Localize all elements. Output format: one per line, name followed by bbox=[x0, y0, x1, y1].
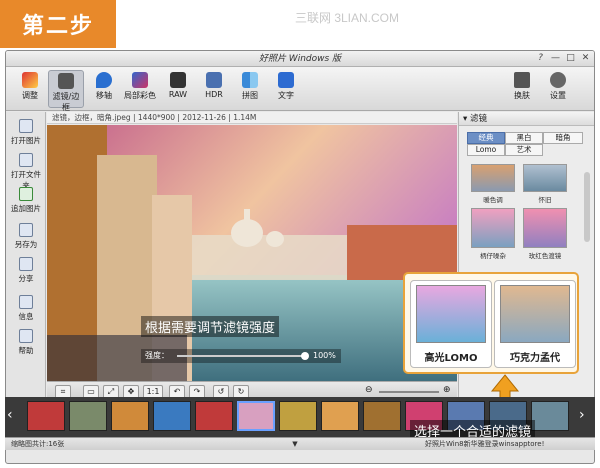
chevron-right-icon[interactable]: › bbox=[579, 407, 585, 423]
option-preview bbox=[416, 285, 486, 343]
film-thumb[interactable] bbox=[27, 401, 65, 431]
help-icon bbox=[19, 329, 33, 343]
help-button[interactable]: ? bbox=[534, 52, 547, 65]
filter-thumb-label: 柄仔噪杂 bbox=[480, 252, 506, 260]
film-thumb[interactable] bbox=[69, 401, 107, 431]
step-badge: 第二步 bbox=[0, 0, 116, 48]
filter-thumb-label: 暖色调 bbox=[483, 196, 503, 204]
watermark: 三联网 3LIAN.COM bbox=[295, 11, 400, 25]
film-thumb[interactable] bbox=[153, 401, 191, 431]
tool-adjust[interactable]: 调整 bbox=[12, 70, 48, 108]
chevron-down-icon[interactable]: ▼ bbox=[287, 438, 303, 451]
photo-canvas[interactable] bbox=[47, 125, 457, 387]
strength-label: 强度： bbox=[145, 351, 169, 360]
hdr-icon bbox=[206, 72, 222, 88]
strength-hint: 根据需要调节滤镜强度 bbox=[141, 316, 280, 337]
save-icon bbox=[19, 223, 33, 237]
filter-scrollbar[interactable] bbox=[584, 172, 590, 242]
tab-art[interactable]: 艺术 bbox=[505, 144, 543, 156]
tab-vignette[interactable]: 暗角 bbox=[543, 132, 583, 144]
tab-classic[interactable]: 经典 bbox=[467, 132, 505, 144]
tab-lomo[interactable]: Lomo bbox=[467, 144, 505, 156]
image-info-bar: 滤镜，边框，暗角.jpeg | 1440*900 | 2012-11-26 | … bbox=[47, 112, 457, 124]
promo-text[interactable]: 好照片Win8新华雅登录winsapptore! bbox=[425, 438, 544, 451]
title-bar: 好照片 Windows 版 ? — □ ✕ bbox=[6, 51, 594, 67]
status-bar: 缩略图共计:16张 ▼ 好照片Win8新华雅登录winsapptore! bbox=[5, 437, 595, 450]
filter-thumb-noise[interactable] bbox=[471, 208, 515, 248]
film-thumb[interactable] bbox=[321, 401, 359, 431]
tool-hdr[interactable]: HDR bbox=[196, 70, 232, 108]
strength-handle[interactable] bbox=[301, 352, 309, 360]
film-thumb[interactable] bbox=[363, 401, 401, 431]
filter-callout: 高光LOMO 巧克力孟代 bbox=[403, 272, 579, 374]
film-thumb[interactable] bbox=[111, 401, 149, 431]
tool-skin[interactable]: 换肤 bbox=[504, 70, 540, 108]
open-image-icon bbox=[19, 119, 33, 133]
tool-text[interactable]: 文字 bbox=[268, 70, 304, 108]
option-chocolate-mondae[interactable]: 巧克力孟代 bbox=[494, 280, 576, 368]
venice-photo bbox=[47, 125, 457, 387]
option-highlight-lomo[interactable]: 高光LOMO bbox=[410, 280, 492, 368]
thumbnail-count: 缩略图共计:16张 bbox=[11, 440, 65, 448]
filter-panel-header[interactable]: ▾ 滤镜 bbox=[459, 112, 594, 126]
toolbar: 调整 滤镜/边框 移轴 局部彩色 RAW HDR 拼图 文字 换肤 设置 bbox=[6, 67, 594, 112]
option-preview bbox=[500, 285, 570, 343]
zoom-slider[interactable] bbox=[379, 391, 439, 393]
filter-thumb-label: 怀旧 bbox=[538, 196, 552, 204]
folder-icon bbox=[19, 153, 33, 167]
camera-icon bbox=[170, 72, 186, 88]
sidebar-share[interactable]: 分享 bbox=[8, 254, 44, 292]
film-thumb[interactable] bbox=[531, 401, 569, 431]
filter-thumb-rose[interactable] bbox=[523, 208, 567, 248]
text-icon bbox=[278, 72, 294, 88]
shirt-icon bbox=[514, 72, 530, 88]
strength-track[interactable] bbox=[177, 355, 307, 357]
brush-icon bbox=[132, 72, 148, 88]
sidebar-help[interactable]: 帮助 bbox=[8, 326, 44, 364]
tool-filter-border[interactable]: 滤镜/边框 bbox=[48, 70, 84, 112]
tool-local-color[interactable]: 局部彩色 bbox=[122, 70, 158, 108]
chevron-left-icon[interactable]: ‹ bbox=[7, 407, 13, 423]
filter-thumb-warm[interactable] bbox=[471, 164, 515, 192]
sidebar-open-image[interactable]: 打开图片 bbox=[8, 116, 44, 154]
film-thumb[interactable] bbox=[279, 401, 317, 431]
film-thumb[interactable] bbox=[195, 401, 233, 431]
sidebar-open-folder[interactable]: 打开文件夹 bbox=[8, 150, 44, 190]
filter-icon bbox=[58, 73, 74, 89]
drop-icon bbox=[96, 72, 112, 88]
film-thumb-selected[interactable] bbox=[237, 401, 275, 431]
gear-icon bbox=[550, 72, 566, 88]
tool-collage[interactable]: 拼图 bbox=[232, 70, 268, 108]
share-icon bbox=[19, 257, 33, 271]
maximize-button[interactable]: □ bbox=[564, 52, 577, 65]
sidebar-save-as[interactable]: 另存为 bbox=[8, 220, 44, 258]
window-title: 好照片 Windows 版 bbox=[258, 54, 342, 64]
collage-icon bbox=[242, 72, 258, 88]
strength-slider-bar: 强度： 100% bbox=[141, 349, 341, 363]
close-button[interactable]: ✕ bbox=[579, 52, 592, 65]
minimize-button[interactable]: — bbox=[549, 52, 562, 65]
sidebar-add-image[interactable]: 追加图片 bbox=[8, 184, 44, 222]
filter-thumb-label: 玫红色渡镜 bbox=[528, 252, 562, 260]
strength-value: 100% bbox=[313, 351, 336, 360]
filter-thumb-nostalgia[interactable] bbox=[523, 164, 567, 192]
tab-bw[interactable]: 黑白 bbox=[505, 132, 543, 144]
tool-settings[interactable]: 设置 bbox=[540, 70, 576, 108]
sidebar-info[interactable]: 信息 bbox=[8, 292, 44, 330]
tool-raw[interactable]: RAW bbox=[160, 70, 196, 108]
info-icon bbox=[19, 295, 33, 309]
add-image-icon bbox=[19, 187, 33, 201]
pencil-icon bbox=[22, 72, 38, 88]
zoom-in-icon[interactable]: ⊕ bbox=[443, 385, 451, 395]
tool-tilt-shift[interactable]: 移轴 bbox=[86, 70, 122, 108]
zoom-out-icon[interactable]: ⊖ bbox=[365, 385, 373, 395]
